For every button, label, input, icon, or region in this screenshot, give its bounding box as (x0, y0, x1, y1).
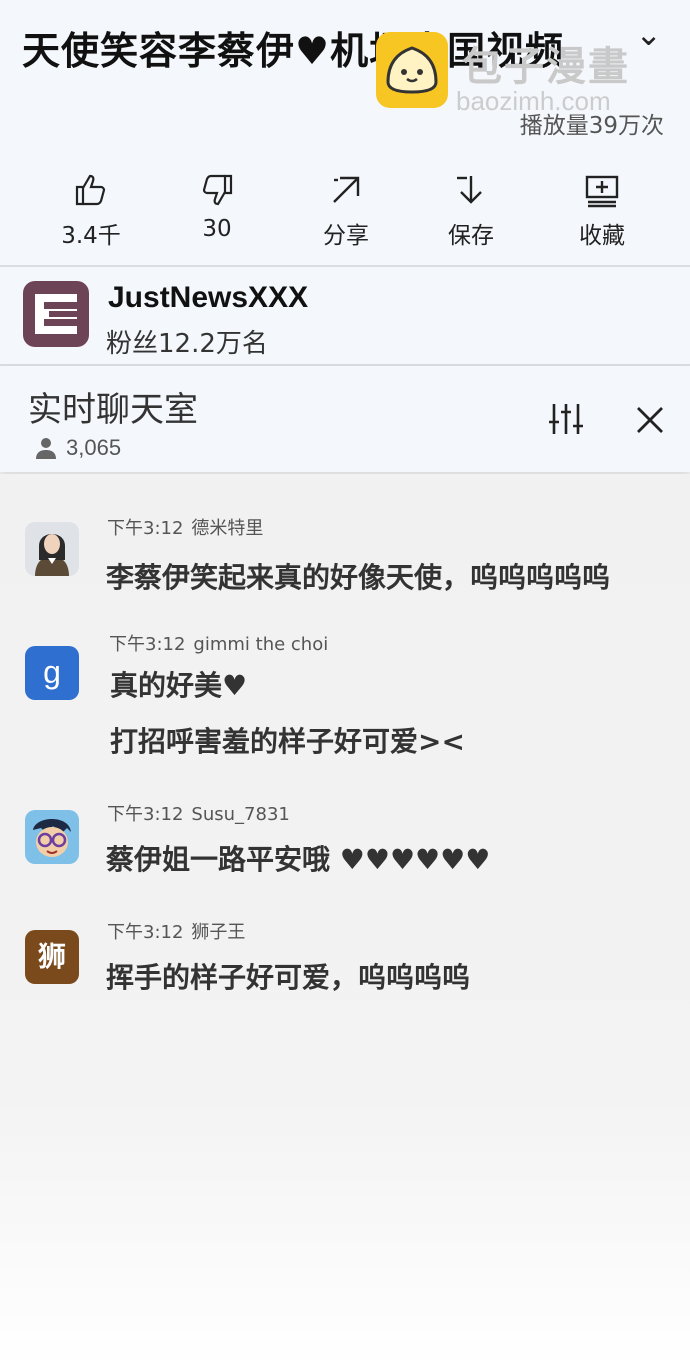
message-text: 真的好美♥ (110, 669, 248, 702)
message-text: 打招呼害羞的样子好可爱>< (110, 725, 465, 758)
chat-title: 实时聊天室 (28, 390, 198, 430)
person-icon (36, 438, 56, 459)
share-button[interactable]: 分享 (291, 172, 401, 250)
viewer-count: 3,065 (66, 435, 122, 460)
message-time: 下午3:12 (107, 804, 184, 825)
woman-portrait-avatar (25, 522, 79, 576)
like-count: 3.4千 (61, 223, 121, 249)
message-author[interactable]: gimmi the choi (193, 634, 328, 655)
collect-button[interactable]: 收藏 (547, 172, 657, 250)
view-count: 播放量39万次 (519, 113, 664, 139)
channel-name[interactable]: JustNewsXXX (108, 281, 308, 315)
share-icon (333, 176, 360, 203)
message-author[interactable]: Susu_7831 (191, 804, 289, 825)
lion-char-avatar: 狮 (25, 930, 79, 984)
message-text: 蔡伊姐一路平安哦 ♥♥♥♥♥♥ (106, 843, 491, 876)
cartoon-boy-avatar (25, 810, 79, 864)
message-meta: 下午3:12 Susu_7831 (107, 800, 290, 826)
message-meta: 下午3:12 狮子王 (107, 918, 245, 944)
g-letter-avatar: g (25, 646, 79, 700)
close-icon[interactable] (636, 406, 664, 434)
subscriber-count: 粉丝12.2万名 (106, 329, 268, 359)
e-logo-icon (35, 294, 77, 334)
add-to-playlist-icon (585, 175, 619, 208)
message-meta: 下午3:12 gimmi the choi (109, 630, 328, 656)
message-time: 下午3:12 (107, 922, 184, 943)
dislike-button[interactable]: 30 (162, 172, 272, 242)
collect-label: 收藏 (579, 223, 625, 249)
message-text: 李蔡伊笑起来真的好像天使，呜呜呜呜呜 (106, 561, 611, 594)
watermark-name: 包子漫畫 (462, 44, 630, 90)
message-meta: 下午3:12 德米特里 (107, 514, 263, 540)
thumbs-up-icon (75, 174, 106, 206)
chat-message-list[interactable]: 下午3:12 德米特里 李蔡伊笑起来真的好像天使，呜呜呜呜呜 g 下午3:12 gi… (0, 474, 690, 1368)
action-bar: 3.4千 30 分享 保存 收藏 (0, 172, 690, 252)
bun-logo-icon (376, 32, 448, 108)
message-author[interactable]: 狮子王 (191, 922, 245, 943)
dislike-count: 30 (202, 216, 232, 242)
channel-row[interactable]: JustNewsXXX 粉丝12.2万名 (0, 267, 690, 364)
live-chat-header: 实时聊天室 3,065 (0, 366, 690, 472)
video-header: 天使笑容李蔡伊♥机场出国视频 ⌄ 包子漫畫 baozimh.com 播放量39万… (0, 0, 690, 265)
filter-sliders-icon[interactable] (546, 402, 586, 436)
message-author[interactable]: 德米特里 (191, 518, 263, 539)
share-label: 分享 (323, 223, 369, 249)
channel-avatar[interactable] (23, 281, 89, 347)
save-label: 保存 (448, 223, 494, 249)
message-time: 下午3:12 (109, 634, 186, 655)
save-button[interactable]: 保存 (416, 172, 526, 250)
message-text: 挥手的样子好可爱，呜呜呜呜 (106, 961, 471, 994)
watermark: 包子漫畫 baozimh.com (376, 32, 676, 116)
save-icon (457, 176, 482, 204)
like-button[interactable]: 3.4千 (36, 172, 146, 250)
message-time: 下午3:12 (107, 518, 184, 539)
thumbs-down-icon (202, 174, 233, 206)
